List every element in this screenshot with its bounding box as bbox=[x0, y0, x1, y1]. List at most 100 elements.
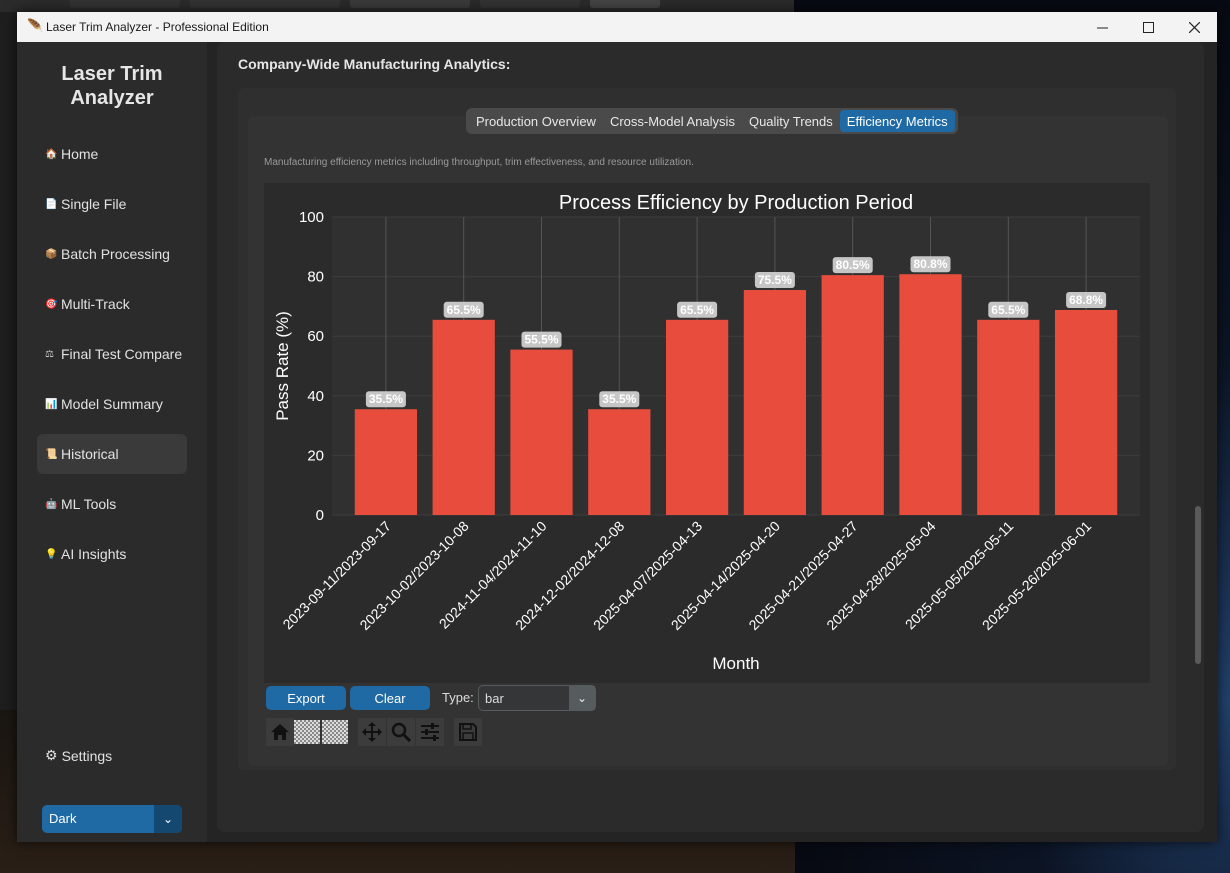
sidebar-item-multi-track[interactable]: 🎯 Multi-Track bbox=[37, 284, 187, 324]
tab-cross-model-analysis[interactable]: Cross-Model Analysis bbox=[603, 110, 742, 132]
target-icon: 🎯 bbox=[45, 298, 58, 310]
sidebar-item-label: Final Test Compare bbox=[61, 346, 183, 362]
sidebar-item-label: AI Insights bbox=[61, 546, 127, 562]
background-tab bbox=[350, 0, 470, 8]
title-bar: 🪶 Laser Trim Analyzer - Professional Edi… bbox=[17, 12, 1217, 42]
sidebar-item-label: Home bbox=[61, 146, 99, 162]
y-tick-label: 80 bbox=[307, 269, 324, 286]
background-tab bbox=[70, 0, 180, 8]
sidebar-item-home[interactable]: 🏠 Home bbox=[37, 134, 187, 174]
y-tick-label: 20 bbox=[307, 447, 324, 464]
history-icon: 📜 bbox=[45, 448, 58, 460]
chevron-down-icon[interactable]: ⌄ bbox=[569, 686, 595, 710]
home-icon bbox=[271, 724, 289, 740]
toolbar-home-button[interactable] bbox=[266, 718, 294, 746]
toolbar-save-button[interactable] bbox=[454, 718, 482, 746]
section-title: Company-Wide Manufacturing Analytics: bbox=[238, 56, 511, 72]
sidebar-item-historical[interactable]: 📜 Historical bbox=[37, 434, 187, 474]
y-tick-label: 60 bbox=[307, 328, 324, 345]
gear-icon: ⚙ bbox=[45, 747, 58, 763]
window-title: Laser Trim Analyzer - Professional Editi… bbox=[46, 20, 269, 34]
analytics-tab-bar: Production Overview Cross-Model Analysis Q… bbox=[466, 108, 958, 134]
background-tab bbox=[480, 0, 580, 8]
back-icon[interactable] bbox=[294, 720, 320, 744]
configure-icon bbox=[421, 723, 439, 741]
minimize-button[interactable] bbox=[1079, 12, 1125, 42]
feather-icon: 🪶 bbox=[27, 18, 44, 33]
close-button[interactable] bbox=[1171, 12, 1217, 42]
chart-svg: 0 20 40 60 80 100 35.5% 65.5% 55.5% 35.5% 65.5% 75.… bbox=[264, 183, 1150, 683]
app-window: 🪶 Laser Trim Analyzer - Professional Edi… bbox=[17, 12, 1217, 842]
sidebar-item-ai-insights[interactable]: 💡 AI Insights bbox=[37, 534, 187, 574]
chart-bar bbox=[1054, 309, 1118, 515]
settings-button[interactable]: ⚙ Settings bbox=[45, 747, 112, 764]
theme-dropdown[interactable]: Dark ⌄ bbox=[42, 805, 182, 833]
tab-description: Manufacturing efficiency metrics includi… bbox=[264, 157, 694, 168]
sidebar: Laser Trim Analyzer 🏠 Home 📄 Single File 📦 Ba… bbox=[17, 42, 207, 842]
minimize-icon bbox=[1096, 27, 1108, 28]
y-axis-label: Pass Rate (%) bbox=[273, 311, 292, 421]
sidebar-item-label: ML Tools bbox=[61, 496, 117, 512]
x-axis-label: Month bbox=[712, 654, 759, 673]
chart-bar bbox=[510, 349, 573, 515]
settings-label: Settings bbox=[61, 747, 113, 764]
data-label: 65.5% bbox=[991, 303, 1025, 317]
background-tab bbox=[190, 0, 340, 8]
data-label: 35.5% bbox=[602, 392, 636, 406]
pan-icon bbox=[362, 722, 382, 742]
sidebar-item-label: Model Summary bbox=[61, 396, 163, 412]
toolbar-configure-button[interactable] bbox=[416, 718, 444, 746]
sidebar-item-batch-processing[interactable]: 📦 Batch Processing bbox=[37, 234, 187, 274]
analytics-tabview: Production Overview Cross-Model Analysis Q… bbox=[248, 108, 1168, 766]
sidebar-item-label: Multi-Track bbox=[61, 296, 130, 312]
y-tick-label: 100 bbox=[299, 209, 324, 226]
chart-type-value: bar bbox=[485, 691, 504, 706]
main-panel: Company-Wide Manufacturing Analytics: Pr… bbox=[217, 42, 1204, 832]
data-label: 65.5% bbox=[447, 303, 481, 317]
sidebar-item-label: Batch Processing bbox=[61, 246, 170, 262]
analytics-frame: Production Overview Cross-Model Analysis Q… bbox=[238, 88, 1176, 770]
tab-quality-trends[interactable]: Quality Trends bbox=[742, 110, 840, 132]
chart-bar bbox=[354, 409, 418, 515]
chart-bar bbox=[588, 409, 651, 515]
tab-efficiency-metrics[interactable]: Efficiency Metrics bbox=[839, 110, 955, 132]
robot-icon: 🤖 bbox=[45, 498, 58, 510]
scrollbar[interactable] bbox=[1195, 506, 1201, 664]
chart-bar bbox=[743, 290, 807, 515]
y-tick-label: 0 bbox=[316, 507, 324, 524]
data-label: 80.5% bbox=[836, 258, 870, 272]
chart-bar bbox=[665, 319, 729, 515]
theme-value: Dark bbox=[49, 811, 77, 826]
maximize-icon bbox=[1142, 21, 1154, 33]
sidebar-item-model-summary[interactable]: 📊 Model Summary bbox=[37, 384, 187, 424]
chart-icon: 📊 bbox=[45, 398, 58, 410]
sidebar-item-ml-tools[interactable]: 🤖 ML Tools bbox=[37, 484, 187, 524]
data-label: 55.5% bbox=[524, 333, 558, 347]
plot-toolbar bbox=[266, 718, 486, 746]
export-button[interactable]: Export bbox=[266, 686, 346, 710]
sidebar-item-final-test-compare[interactable]: ⚖ Final Test Compare bbox=[37, 334, 187, 374]
chart-bar bbox=[899, 274, 962, 515]
type-label: Type: bbox=[442, 690, 474, 705]
toolbar-zoom-button[interactable] bbox=[387, 718, 415, 746]
data-label: 80.8% bbox=[913, 257, 947, 271]
sidebar-item-label: Historical bbox=[61, 446, 119, 462]
tab-production-overview[interactable]: Production Overview bbox=[469, 110, 603, 132]
sidebar-item-single-file[interactable]: 📄 Single File bbox=[37, 184, 187, 224]
file-icon: 📄 bbox=[45, 198, 58, 210]
forward-icon[interactable] bbox=[322, 720, 348, 744]
data-label: 68.8% bbox=[1069, 293, 1103, 307]
data-label: 35.5% bbox=[369, 392, 403, 406]
save-icon bbox=[459, 723, 477, 741]
close-icon bbox=[1188, 21, 1200, 33]
chevron-down-icon[interactable]: ⌄ bbox=[154, 805, 182, 833]
background-tab bbox=[590, 0, 660, 8]
chart-bar bbox=[977, 319, 1040, 515]
y-tick-label: 40 bbox=[307, 388, 324, 405]
toolbar-pan-button[interactable] bbox=[358, 718, 386, 746]
chart-type-dropdown[interactable]: bar ⌄ bbox=[478, 685, 596, 711]
clear-button[interactable]: Clear bbox=[350, 686, 430, 710]
maximize-button[interactable] bbox=[1125, 12, 1171, 42]
home-icon: 🏠 bbox=[45, 148, 58, 160]
chart-bar bbox=[432, 319, 495, 515]
